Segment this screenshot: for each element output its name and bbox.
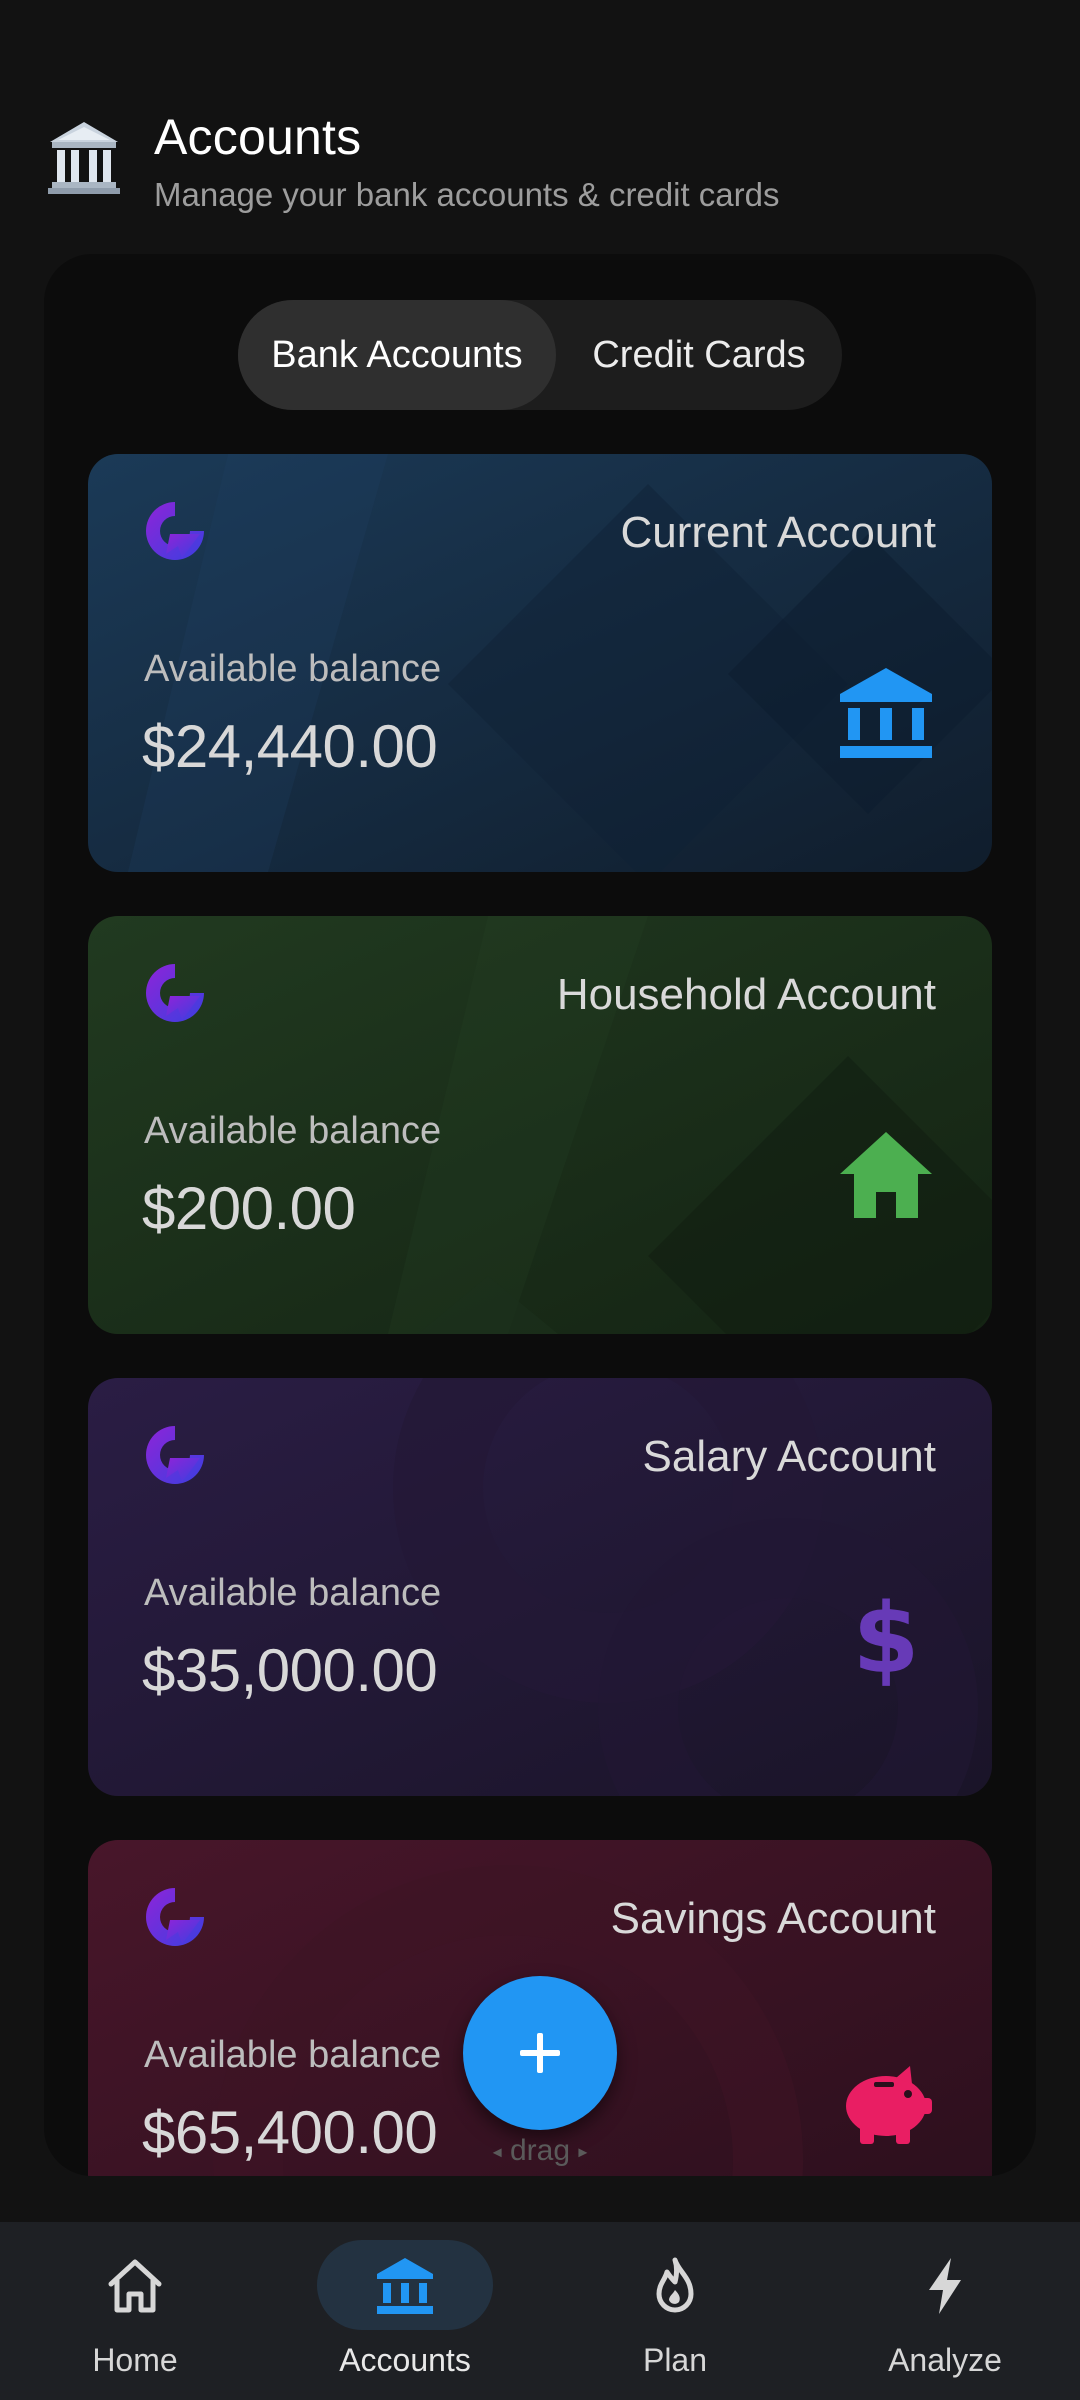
balance-label: Available balance <box>144 1110 442 1152</box>
account-name: Household Account <box>556 970 936 1019</box>
add-account-button[interactable] <box>463 1976 617 2130</box>
tab-credit-cards[interactable]: Credit Cards <box>556 300 842 410</box>
page-header: Accounts Manage your bank accounts & cre… <box>44 108 780 214</box>
nav-label: Analyze <box>888 2342 1002 2378</box>
nav-home[interactable]: Home <box>0 2222 270 2400</box>
account-name: Salary Account <box>642 1432 937 1481</box>
accounts-panel: Bank Accounts Credit Cards Current Accou… <box>44 254 1036 2176</box>
balance-amount: $200.00 <box>142 1175 356 1242</box>
bank-icon <box>377 2258 433 2314</box>
brand-logo-icon <box>146 502 204 560</box>
piggy-bank-icon <box>846 2066 932 2144</box>
account-card-salary[interactable]: Salary Account Available balance $35,000… <box>88 1378 992 1796</box>
drag-hint-label: drag <box>509 2134 571 2167</box>
drag-hint: ◂ drag ▸ <box>470 2134 610 2168</box>
bank-building-icon <box>48 122 120 194</box>
lightning-icon <box>929 2258 961 2314</box>
balance-label: Available balance <box>144 2034 442 2076</box>
balance-label: Available balance <box>144 1572 442 1614</box>
account-name: Savings Account <box>610 1894 936 1943</box>
house-icon <box>840 1132 932 1218</box>
nav-analyze[interactable]: Analyze <box>810 2222 1080 2400</box>
account-card-current[interactable]: Current Account Available balance $24,44… <box>88 454 992 872</box>
tab-bank-accounts[interactable]: Bank Accounts <box>238 300 556 410</box>
account-type-tabs: Bank Accounts Credit Cards <box>238 300 842 410</box>
nav-label: Home <box>92 2342 178 2378</box>
page-title: Accounts <box>154 109 362 165</box>
nav-label: Plan <box>642 2342 708 2378</box>
plus-icon <box>520 2033 560 2073</box>
balance-amount: $65,400.00 <box>142 2099 438 2166</box>
chevron-right-icon: ▸ <box>578 2141 588 2162</box>
nav-label: Accounts <box>339 2342 471 2378</box>
bank-icon <box>840 668 932 758</box>
account-card-household[interactable]: Household Account Available balance $200… <box>88 916 992 1334</box>
nav-plan[interactable]: Plan <box>540 2222 810 2400</box>
chevron-left-icon: ◂ <box>492 2141 502 2162</box>
home-icon <box>108 2259 162 2313</box>
flame-icon <box>656 2257 694 2313</box>
svg-text:$: $ <box>853 1588 920 1688</box>
brand-logo-icon <box>146 964 204 1022</box>
nav-accounts[interactable]: Accounts <box>270 2222 540 2400</box>
dollar-icon: $ <box>853 1588 920 1688</box>
bottom-navigation: Home Accounts Plan Analyze <box>0 2222 1080 2400</box>
brand-logo-icon <box>146 1888 204 1946</box>
account-name: Current Account <box>620 508 937 557</box>
balance-amount: $35,000.00 <box>142 1637 438 1704</box>
balance-label: Available balance <box>144 648 442 690</box>
balance-amount: $24,440.00 <box>142 713 438 780</box>
brand-logo-icon <box>146 1426 204 1484</box>
page-subtitle: Manage your bank accounts & credit cards <box>154 176 780 213</box>
